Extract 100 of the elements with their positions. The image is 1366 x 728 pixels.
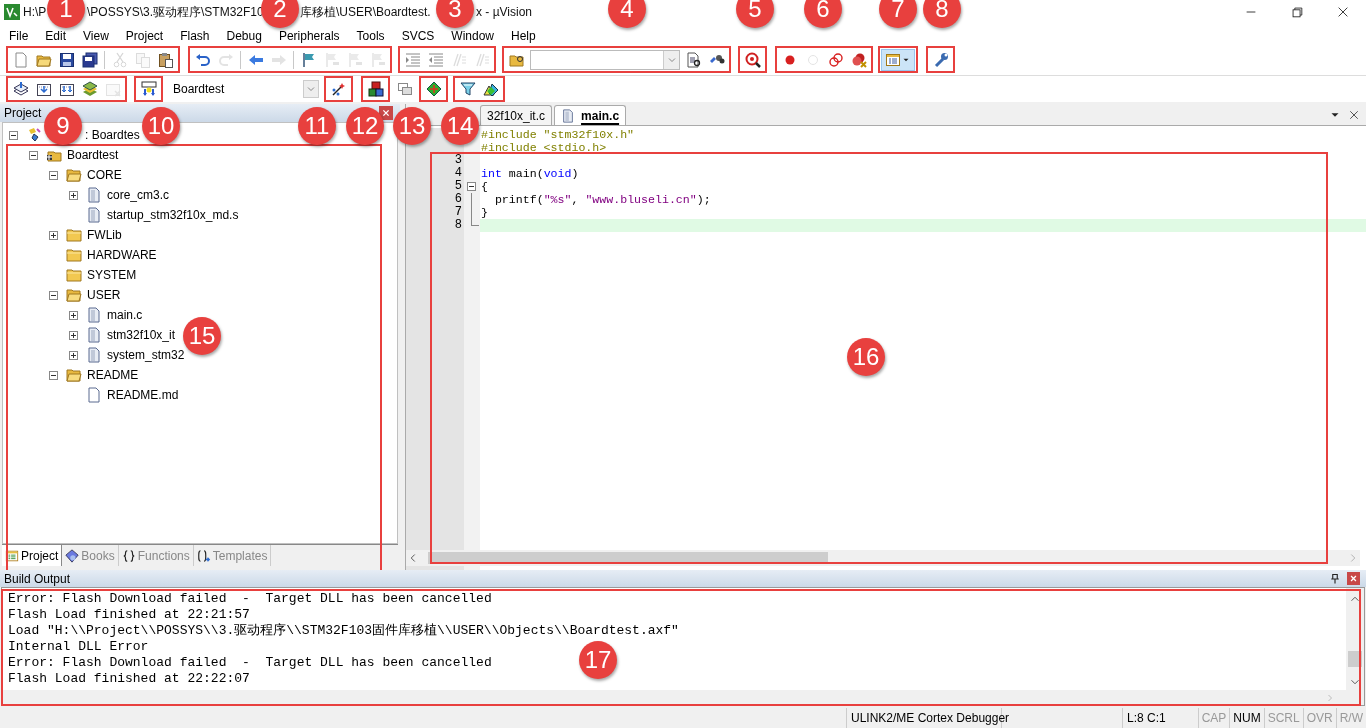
file-tab[interactable]: main.c: [554, 105, 627, 125]
panel-title: Project: [4, 105, 42, 122]
clipboard-icon: [157, 51, 174, 68]
download-icon: [140, 81, 157, 97]
expand-icon: [69, 350, 78, 360]
status-indicator: CAP: [1201, 710, 1227, 727]
tree-item[interactable]: USER: [87, 288, 121, 302]
floppies-icon: [81, 51, 98, 68]
floppy-icon: [58, 51, 75, 68]
status-indicator: R/W: [1339, 710, 1363, 727]
tree-item[interactable]: startup_stm32f10x_md.s: [107, 208, 239, 222]
open-folder-icon: [66, 167, 82, 183]
expand-button[interactable]: [69, 330, 78, 340]
collapse-button[interactable]: [49, 370, 58, 380]
rebuild-icon: [58, 81, 75, 97]
output-line: Error: Flash Download failed - Target DLL has been cancelled: [8, 591, 492, 607]
window-title: 库移植\USER\Boardtest.: [300, 4, 431, 21]
tree-item[interactable]: system_stm32: [107, 348, 185, 362]
tree-item[interactable]: SYSTEM: [87, 268, 137, 282]
open-folder-icon: [66, 287, 82, 303]
tree-item[interactable]: main.c: [107, 308, 143, 322]
status-indicator: SCRL: [1267, 710, 1300, 727]
menu-item[interactable]: Peripherals: [271, 29, 347, 43]
template-icon: [196, 548, 211, 563]
menu-item[interactable]: View: [76, 29, 116, 43]
file-icon: [86, 347, 102, 363]
file-tab[interactable]: 32f10x_it.c: [480, 105, 553, 125]
pin-icon: [1329, 572, 1341, 585]
menu-item[interactable]: Debug: [219, 29, 269, 43]
tree-item[interactable]: core_cm3.c: [107, 188, 170, 202]
expand-icon: [69, 190, 78, 200]
close-icon: [1348, 109, 1360, 121]
tree-item[interactable]: README.md: [107, 388, 179, 402]
tree-item[interactable]: README: [87, 368, 139, 382]
line-number: 6: [453, 193, 462, 206]
menu-item[interactable]: Tools: [349, 29, 392, 43]
menu-item[interactable]: SVCS: [394, 29, 442, 43]
collapse-icon: [9, 130, 18, 140]
expand-button[interactable]: [69, 190, 78, 200]
braces-icon: [121, 548, 136, 563]
window-title: \POSSYS\3.驱动程序\STM32F10: [87, 4, 264, 21]
collapse-button[interactable]: [29, 150, 38, 160]
menu-item[interactable]: Flash: [173, 29, 217, 43]
pin-button[interactable]: [1329, 572, 1341, 585]
output-line: Error: Flash Download failed - Target DLL has been cancelled: [8, 655, 492, 671]
file-icon: [86, 307, 102, 323]
tree-item[interactable]: Boardtest: [67, 148, 119, 162]
panel-title: Build Output: [4, 570, 71, 588]
collapse-button[interactable]: [9, 130, 18, 140]
find-in-files-icon: [685, 51, 702, 68]
layers-arrow-icon: [12, 81, 29, 97]
expand-button[interactable]: [49, 230, 58, 240]
collapse-button[interactable]: [467, 182, 476, 191]
indent-icon: [404, 51, 421, 68]
code-line: #include <stdio.h>: [481, 141, 607, 154]
magic-wand-icon: [330, 81, 347, 97]
window-title: H:\P: [23, 4, 47, 21]
funnel-icon: [459, 81, 476, 97]
collapse-button[interactable]: [49, 170, 58, 180]
tree-item[interactable]: : Boardtes: [85, 128, 140, 142]
tree-item[interactable]: stm32f10x_it: [107, 328, 176, 342]
collapse-icon: [49, 370, 58, 380]
expand-button[interactable]: [69, 310, 78, 320]
stop-build-icon: [104, 81, 121, 97]
status-indicator: OVR: [1306, 710, 1333, 727]
code-line: }: [481, 206, 488, 219]
tree-item[interactable]: FWLib: [87, 228, 122, 242]
collapse-button[interactable]: [49, 290, 58, 300]
stacked-layers-icon: [81, 81, 98, 97]
restore-icon: [1290, 5, 1304, 19]
line-number: 5: [453, 180, 462, 193]
expand-button[interactable]: [69, 350, 78, 360]
menu-item[interactable]: Help: [504, 29, 543, 43]
undo-icon: [194, 51, 211, 68]
panel-tab[interactable]: Project: [2, 545, 63, 566]
folder-icon: [66, 267, 82, 283]
window-list-icon: [885, 51, 901, 68]
menu-item[interactable]: Edit: [38, 29, 74, 43]
menu-item[interactable]: Window: [444, 29, 501, 43]
collapse-icon: [467, 182, 476, 191]
expand-icon: [49, 230, 58, 240]
close-button[interactable]: [1348, 109, 1360, 121]
line-number: 3: [453, 154, 462, 167]
flag-icon: [346, 51, 363, 68]
close-button[interactable]: [1347, 572, 1360, 585]
tree-item[interactable]: HARDWARE: [87, 248, 157, 262]
line-number: 8: [453, 219, 462, 232]
close-button[interactable]: [379, 106, 393, 120]
file-icon: [86, 207, 102, 223]
find-field[interactable]: [530, 49, 680, 70]
flag-icon: [369, 51, 386, 68]
menu-item[interactable]: File: [2, 29, 36, 43]
menu-item[interactable]: Project: [118, 29, 171, 43]
expand-icon: [69, 310, 78, 320]
comment-icon: [473, 51, 490, 68]
project-tab-icon: [5, 548, 19, 563]
status-text: L:8 C:1: [1127, 710, 1166, 727]
flag-icon: [323, 51, 340, 68]
tree-item[interactable]: CORE: [87, 168, 122, 182]
line-number: 4: [453, 167, 462, 180]
